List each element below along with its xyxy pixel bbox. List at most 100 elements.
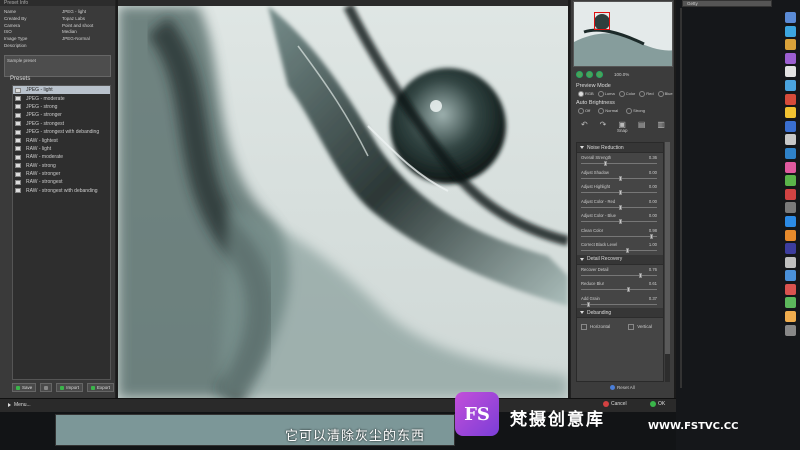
app-icon[interactable] — [785, 161, 796, 173]
navigator-viewport[interactable] — [594, 12, 610, 30]
image-preview[interactable] — [118, 6, 568, 398]
preset-item[interactable]: JPEG - strongest — [13, 120, 110, 128]
preset-item[interactable]: RAW - moderate — [13, 153, 110, 161]
slider-value[interactable]: 0.00 — [649, 199, 657, 204]
slider-value[interactable]: 0.00 — [649, 184, 657, 189]
preview-mode-luma[interactable]: Luma — [598, 91, 615, 97]
app-icon[interactable] — [785, 215, 796, 227]
slider-track[interactable] — [581, 235, 657, 237]
description-field[interactable]: Sample preset — [4, 54, 111, 77]
slider-handle[interactable] — [626, 248, 630, 253]
preset-item[interactable]: JPEG - strongest with debanding — [13, 128, 110, 136]
preset-item[interactable]: RAW - strongest — [13, 178, 110, 186]
slider-value[interactable]: 0.00 — [649, 213, 657, 218]
auto-brightness-options: Off Normal Strong — [578, 108, 645, 114]
slider-track[interactable] — [581, 289, 657, 290]
debanding-header[interactable]: Debanding — [577, 308, 663, 318]
slider-value[interactable]: 0.00 — [649, 170, 657, 175]
export-preset-button[interactable]: Export — [87, 383, 115, 392]
preset-item[interactable]: RAW - lightest — [13, 136, 110, 144]
trash-icon[interactable] — [785, 324, 796, 336]
navigator-thumbnail[interactable] — [573, 1, 673, 67]
desktop-field[interactable]: Getty — [682, 0, 772, 7]
slider-value[interactable]: 0.37 — [649, 296, 657, 301]
preview-mode-blue[interactable]: Blue — [658, 91, 673, 97]
preset-item[interactable]: JPEG - light — [13, 86, 110, 95]
app-icon[interactable] — [785, 39, 796, 51]
app-icon[interactable] — [785, 93, 796, 105]
app-icon[interactable] — [785, 107, 796, 119]
app-icon[interactable] — [785, 256, 796, 268]
slider-value[interactable]: 0.98 — [649, 228, 657, 233]
auto-brightness-normal[interactable]: Normal — [598, 108, 618, 114]
slider-track[interactable] — [581, 303, 657, 305]
noise-reduction-header[interactable]: Noise Reduction — [577, 143, 663, 153]
app-icon[interactable] — [785, 188, 796, 200]
app-icon[interactable] — [785, 134, 796, 146]
preview-mode-color[interactable]: Color — [619, 91, 636, 97]
slider-value[interactable]: 1.00 — [649, 242, 657, 247]
slider-handle[interactable] — [649, 233, 653, 239]
app-icon[interactable] — [785, 283, 796, 295]
undo-icon[interactable]: ↶ — [581, 120, 588, 129]
preset-item[interactable]: JPEG - strong — [13, 103, 110, 111]
auto-brightness-strong[interactable]: Strong — [626, 108, 645, 114]
preset-item[interactable]: JPEG - stronger — [13, 111, 110, 119]
save-preset-button[interactable]: Save — [12, 383, 37, 392]
app-icon[interactable] — [785, 66, 796, 78]
slider-handle[interactable] — [618, 219, 622, 224]
app-icon[interactable] — [785, 297, 796, 309]
preset-item[interactable]: RAW - stronger — [13, 170, 110, 178]
slider-handle[interactable] — [638, 272, 642, 278]
zoom-out-icon[interactable] — [576, 71, 583, 78]
compare-icon[interactable]: ▤ — [638, 120, 646, 129]
slider-handle[interactable] — [618, 190, 622, 195]
app-icon[interactable] — [785, 270, 796, 282]
split-icon[interactable]: ▥ — [657, 120, 665, 129]
app-icon[interactable] — [785, 243, 796, 255]
debanding-vertical-checkbox[interactable]: Vertical — [628, 324, 652, 330]
preset-list[interactable]: JPEG - light JPEG - moderate JPEG - stro… — [12, 85, 111, 380]
app-icon[interactable] — [785, 229, 796, 241]
import-preset-button[interactable]: Import — [56, 383, 84, 392]
preset-item[interactable]: RAW - light — [13, 145, 110, 153]
ok-button[interactable]: OK — [650, 401, 665, 407]
zoom-fit-icon[interactable] — [596, 71, 603, 78]
slider-handle[interactable] — [618, 175, 622, 181]
reset-all-button[interactable]: Reset All — [610, 385, 635, 390]
slider-handle[interactable] — [627, 287, 631, 292]
app-icon[interactable] — [785, 175, 796, 187]
preset-item[interactable]: RAW - strongest with debanding — [13, 187, 110, 195]
app-icon[interactable] — [785, 79, 796, 91]
debanding-horizontal-checkbox[interactable]: Horizontal — [581, 324, 610, 330]
slider-handle[interactable] — [604, 161, 608, 166]
scrollbar-thumb[interactable] — [665, 142, 670, 354]
app-icon[interactable] — [785, 25, 796, 37]
slider-track[interactable] — [581, 163, 657, 164]
slider-value[interactable]: 0.76 — [649, 267, 657, 272]
app-icon[interactable] — [785, 147, 796, 159]
slider-value[interactable]: 0.36 — [649, 155, 657, 160]
preset-item[interactable]: RAW - strong — [13, 162, 110, 170]
cancel-button[interactable]: Cancel — [603, 401, 627, 407]
delete-preset-button[interactable] — [40, 383, 53, 392]
preview-mode-rgb[interactable]: RGB — [578, 91, 594, 97]
app-icon[interactable] — [785, 120, 796, 132]
slider-handle[interactable] — [587, 301, 591, 307]
redo-icon[interactable]: ↷ — [600, 120, 607, 129]
slider-value[interactable]: 0.61 — [649, 281, 657, 286]
detail-recovery-header[interactable]: Detail Recovery — [577, 254, 663, 265]
app-icon[interactable] — [785, 52, 796, 64]
slider-handle[interactable] — [618, 204, 622, 210]
app-icon[interactable] — [785, 12, 796, 23]
menu-button[interactable]: Menu... — [8, 402, 31, 408]
settings-scrollbar[interactable] — [665, 142, 670, 382]
app-icon[interactable] — [785, 311, 796, 323]
zoom-in-icon[interactable] — [586, 71, 593, 78]
preview-mode-red[interactable]: Red — [639, 91, 653, 97]
auto-brightness-off[interactable]: Off — [578, 108, 590, 114]
app-icon[interactable] — [785, 202, 796, 214]
preset-item[interactable]: JPEG - moderate — [13, 94, 110, 102]
slider-track[interactable] — [581, 250, 657, 251]
slider-track[interactable] — [581, 274, 657, 276]
